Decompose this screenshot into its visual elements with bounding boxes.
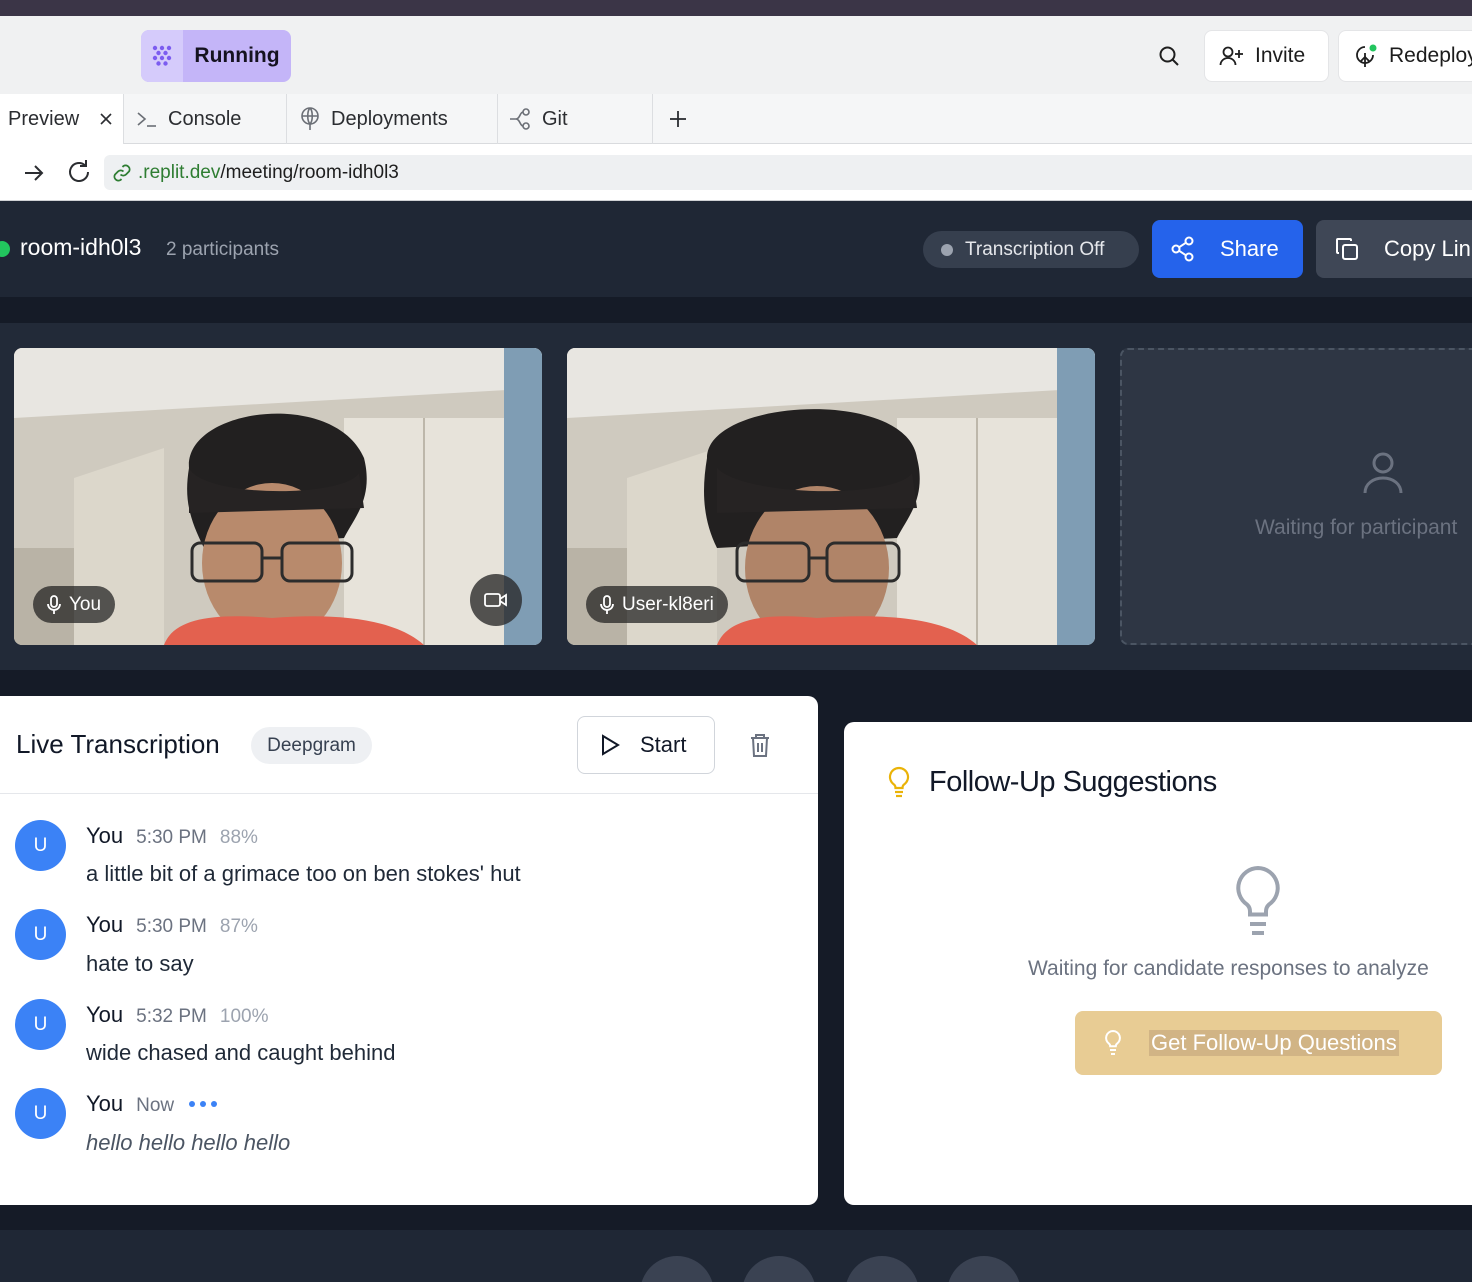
- message-text: a little bit of a grimace too on ben sto…: [86, 861, 521, 886]
- arrow-right-icon: [25, 165, 44, 181]
- redeploy-label: Redeploy: [1389, 44, 1472, 67]
- confidence-score: 100%: [219, 1006, 269, 1027]
- play-icon: [602, 734, 620, 756]
- copy-link-button[interactable]: Copy Link: [1316, 220, 1472, 278]
- confidence-score: 87%: [219, 916, 258, 937]
- invite-label: Invite: [1255, 44, 1306, 67]
- transcription-status-label: Transcription Off: [965, 238, 1105, 260]
- run-status-label[interactable]: Running: [183, 30, 291, 82]
- status-dot: [941, 243, 953, 256]
- provider-badge: Deepgram: [251, 727, 372, 764]
- globe-deploy-icon: [301, 107, 319, 130]
- plus-icon: [670, 111, 686, 127]
- video-camera-icon: [484, 593, 507, 607]
- lightbulb-icon: [1105, 1029, 1121, 1055]
- typing-indicator: [189, 1101, 218, 1107]
- participant-name-chip: You: [33, 586, 116, 623]
- url-host: .replit.dev: [138, 161, 221, 183]
- tab-preview[interactable]: Preview: [0, 94, 124, 144]
- followup-button-label: Get Follow-Up Questions: [1149, 1030, 1399, 1056]
- waiting-participant-text: Waiting for participant: [1255, 516, 1458, 539]
- interim-message-text: hello hello hello hello: [86, 1130, 291, 1155]
- transcription-title: Live Transcription: [16, 729, 220, 759]
- clear-transcript-button[interactable]: [744, 729, 776, 761]
- message-text: hate to say: [86, 951, 194, 976]
- avatar: U: [15, 820, 66, 871]
- user-placeholder-icon: [1360, 450, 1406, 496]
- message-time: 5:32 PM: [136, 1006, 207, 1027]
- participant-name-chip: User-kl8eri: [586, 586, 728, 623]
- avatar: U: [15, 999, 66, 1050]
- share-button[interactable]: Share: [1152, 220, 1303, 278]
- confidence-score: 88%: [219, 827, 258, 848]
- avatar: U: [15, 1088, 66, 1139]
- forward-button[interactable]: [20, 159, 48, 187]
- search-icon: [1159, 46, 1179, 66]
- message-meta: You 5:30 PM 88%: [86, 823, 258, 849]
- microphone-icon: [600, 594, 614, 614]
- call-controls-bar: [0, 1230, 1472, 1282]
- reload-icon: [69, 160, 89, 182]
- deploy-icon: [1356, 44, 1377, 67]
- tab-label: Git: [542, 107, 568, 130]
- close-icon[interactable]: [99, 112, 113, 126]
- window-top-strip: [0, 0, 1472, 16]
- url-input[interactable]: .replit.dev/meeting/room-idh0l3: [104, 155, 1472, 190]
- message-text: wide chased and caught behind: [86, 1040, 396, 1065]
- redeploy-button[interactable]: Redeploy: [1338, 30, 1472, 82]
- search-button[interactable]: [1149, 36, 1189, 76]
- video-tile-you: You: [14, 348, 542, 645]
- transcription-status-badge: Transcription Off: [923, 231, 1139, 268]
- terminal-icon: [137, 112, 156, 127]
- message-meta: You Now: [86, 1091, 218, 1117]
- lightbulb-icon: [886, 766, 912, 800]
- start-transcription-button[interactable]: Start: [577, 716, 715, 774]
- add-user-icon: [1219, 46, 1243, 66]
- speaker-name: You: [86, 1002, 124, 1027]
- message-time: Now: [136, 1095, 175, 1116]
- copy-icon: [1336, 238, 1358, 260]
- share-label: Share: [1220, 236, 1279, 261]
- start-label: Start: [640, 732, 687, 757]
- message-time: 5:30 PM: [136, 916, 207, 937]
- replit-logo-icon: [141, 30, 183, 82]
- avatar: U: [15, 909, 66, 960]
- message-time: 5:30 PM: [136, 827, 207, 848]
- participant-count: 2 participants: [166, 239, 280, 260]
- message-meta: You 5:30 PM 87%: [86, 912, 258, 938]
- copy-link-label: Copy Link: [1384, 236, 1472, 261]
- tab-git[interactable]: Git: [498, 94, 653, 144]
- get-followup-questions-button[interactable]: Get Follow-Up Questions: [1075, 1011, 1442, 1075]
- tab-label: Preview: [8, 107, 80, 130]
- room-name: room-idh0l3: [20, 234, 142, 260]
- tab-deployments[interactable]: Deployments: [287, 94, 498, 144]
- add-tab-button[interactable]: [660, 94, 696, 144]
- followup-title: Follow-Up Suggestions: [929, 766, 1217, 798]
- divider: [0, 793, 818, 794]
- tab-label: Console: [168, 107, 242, 130]
- link-icon: [113, 164, 131, 181]
- video-tile-remote: User-kl8eri: [567, 348, 1095, 645]
- speaker-name: You: [86, 823, 124, 848]
- participant-name: You: [69, 593, 102, 615]
- participant-name: User-kl8eri: [622, 593, 714, 615]
- followup-waiting-text: Waiting for candidate responses to analy…: [1028, 957, 1429, 980]
- reload-button[interactable]: [64, 157, 94, 187]
- lightbulb-placeholder-icon: [1232, 864, 1284, 938]
- speaker-name: You: [86, 1091, 124, 1116]
- invite-button[interactable]: Invite: [1204, 30, 1329, 82]
- tab-console[interactable]: Console: [124, 94, 287, 144]
- trash-icon: [751, 734, 769, 757]
- tab-label: Deployments: [331, 107, 448, 130]
- camera-toggle-button[interactable]: [470, 574, 522, 626]
- speaker-name: You: [86, 912, 124, 937]
- url-path: /meeting/room-idh0l3: [220, 161, 399, 183]
- message-meta: You 5:32 PM 100%: [86, 1002, 269, 1028]
- microphone-icon: [47, 594, 61, 614]
- git-branch-icon: [510, 108, 530, 130]
- share-icon: [1171, 236, 1194, 262]
- empty-participant-slot: [1120, 348, 1472, 645]
